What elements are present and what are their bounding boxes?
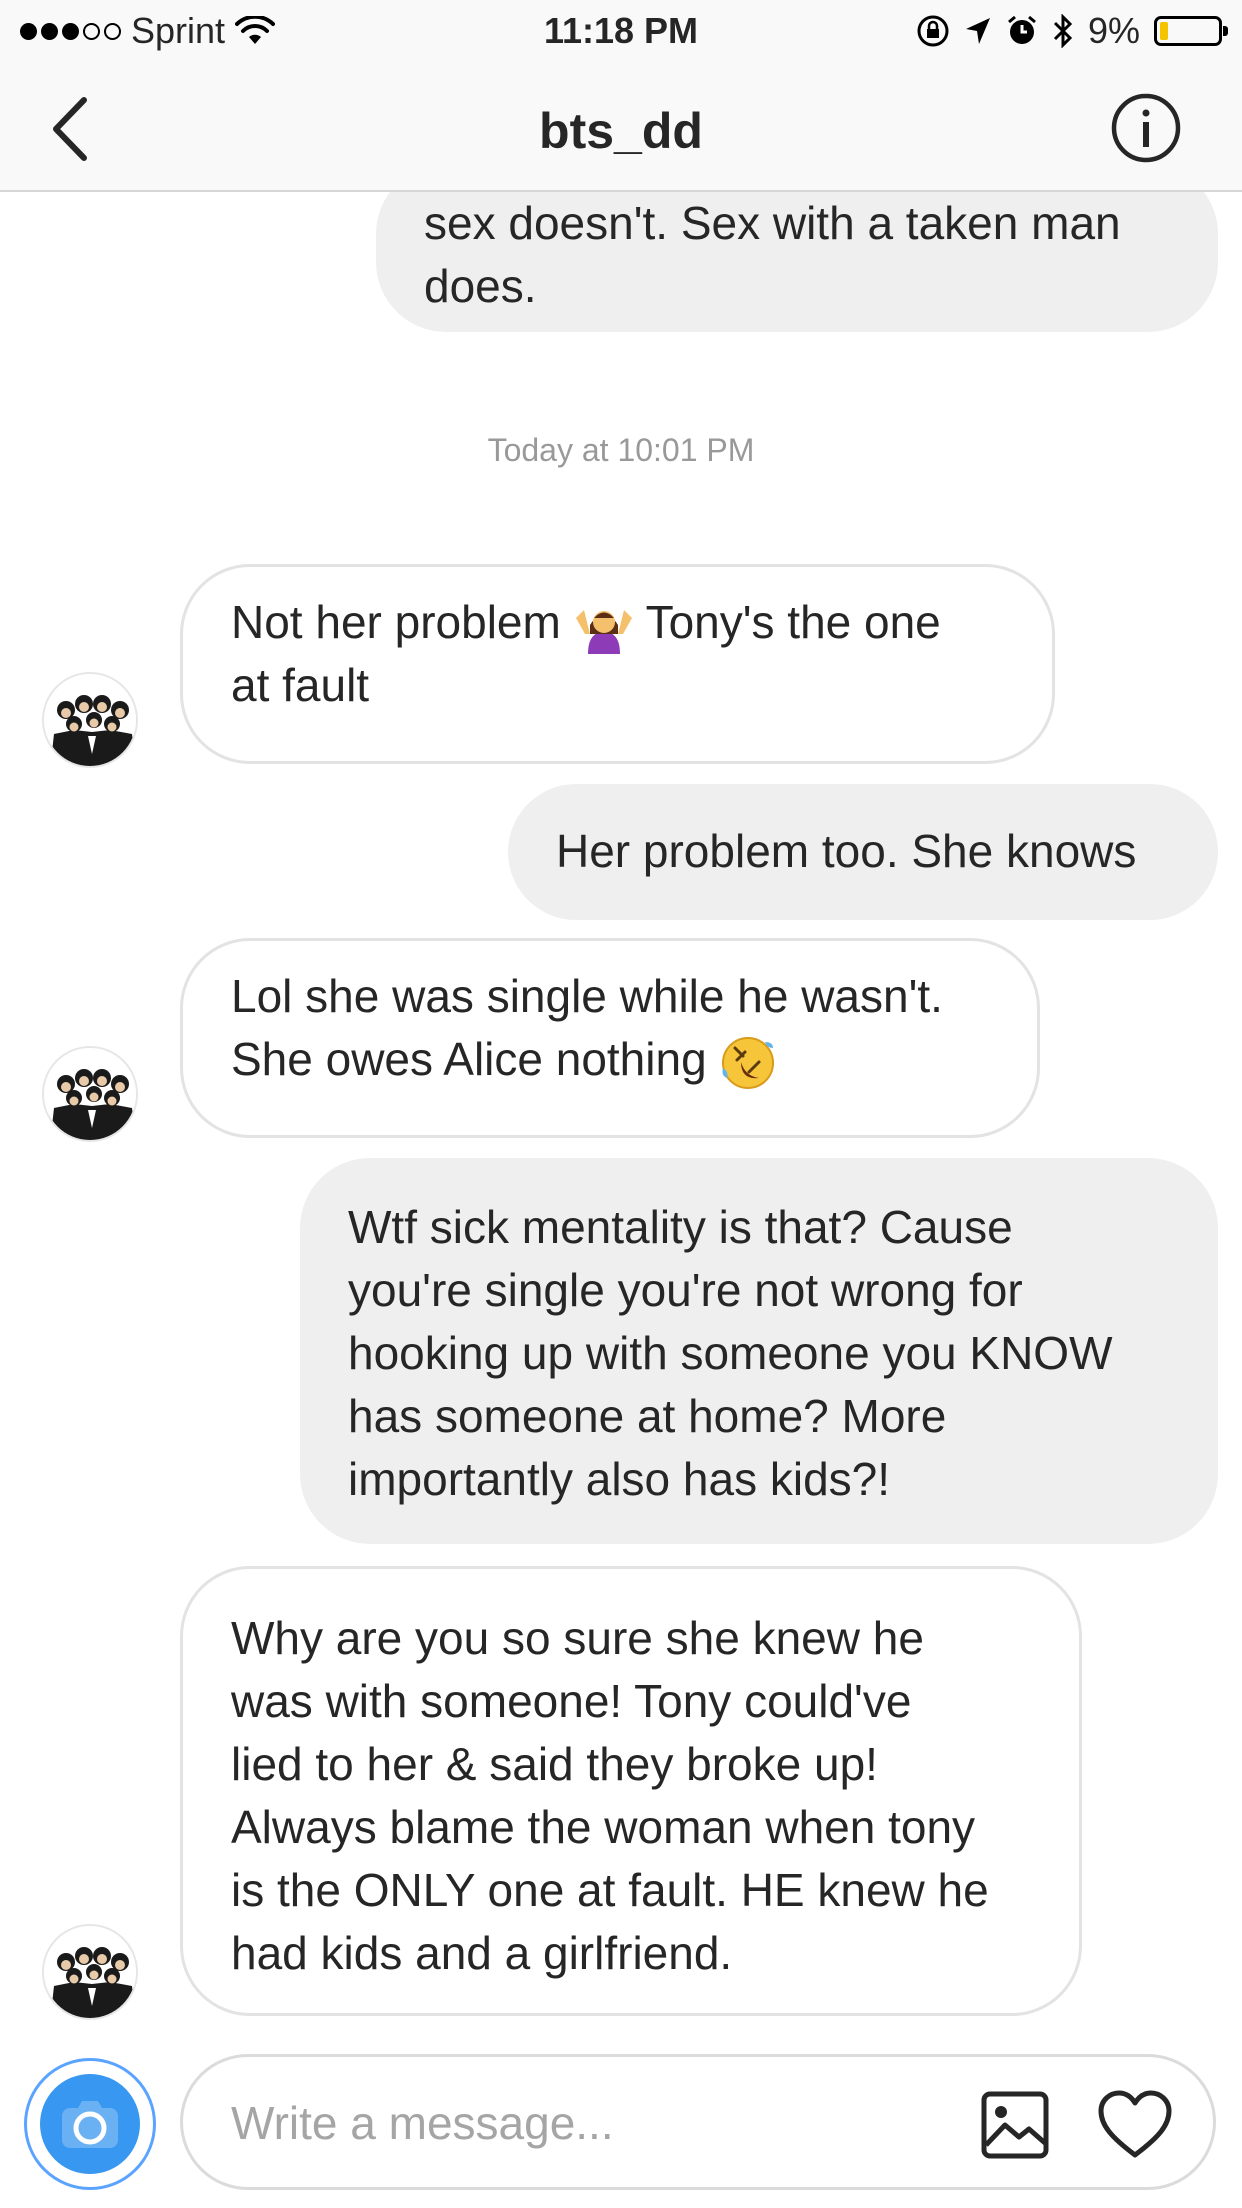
battery-percent: 9% [1087, 10, 1140, 51]
message-text: had kids and a girlfriend. [231, 1927, 733, 1979]
message-text: Why are you so sure she knew he [231, 1612, 924, 1664]
message-bubble-outgoing[interactable]: Her problem too. She knows [508, 784, 1218, 920]
message-text: sex doesn't. Sex with a taken man [424, 197, 1121, 249]
message-text: Lol she was single while he wasn't. [231, 970, 943, 1022]
status-bar: Sprint 11:18 PM 9% [0, 0, 1242, 64]
message-text: Not her problem [231, 596, 561, 648]
message-text: Wtf sick mentality is that? Cause [348, 1201, 1013, 1253]
conversation-title[interactable]: bts_dd [0, 102, 1242, 160]
conversation-header: bts_dd [0, 64, 1242, 192]
alarm-icon [1008, 15, 1036, 44]
message-input-container[interactable] [180, 2054, 1216, 2190]
sender-avatar[interactable] [42, 672, 138, 768]
message-text: Always blame the woman when tony [231, 1801, 976, 1853]
status-icons: 9% [916, 10, 1228, 52]
message-text: has someone at home? More [348, 1390, 947, 1442]
message-text: Tony's the one [645, 596, 941, 648]
message-bubble-incoming[interactable]: Lol she was single while he wasn't. She … [180, 938, 1040, 1138]
gallery-icon[interactable] [979, 2089, 1051, 2161]
heart-icon[interactable] [1097, 2089, 1173, 2161]
battery-icon [1154, 16, 1228, 46]
message-bubble-outgoing[interactable]: sex doesn't. Sex with a taken man does. [376, 192, 1218, 332]
message-text: you're single you're not wrong for [348, 1264, 1023, 1316]
bluetooth-icon [1053, 14, 1073, 48]
message-text: importantly also has kids?! [348, 1453, 891, 1505]
camera-button[interactable] [24, 2058, 156, 2190]
location-icon [965, 18, 990, 44]
message-input[interactable] [231, 2091, 931, 2155]
orientation-lock-icon [917, 15, 949, 47]
message-text: was with someone! Tony could've [231, 1675, 912, 1727]
message-text: hooking up with someone you KNOW [348, 1327, 1113, 1379]
message-text: is the ONLY one at fault. HE knew he [231, 1864, 989, 1916]
message-bubble-incoming[interactable]: Not her problem Tony's the one at fault [180, 564, 1055, 764]
woman-shrugging-emoji-icon [575, 609, 632, 654]
info-icon[interactable] [1110, 92, 1182, 164]
rolling-on-floor-laughing-emoji-icon [722, 1036, 775, 1089]
message-timestamp: Today at 10:01 PM [487, 432, 755, 468]
message-composer [0, 2040, 1242, 2208]
message-bubble-incoming[interactable]: Why are you so sure she knew he was with… [180, 1566, 1082, 2016]
camera-icon [62, 2101, 118, 2148]
sender-avatar[interactable] [42, 1046, 138, 1142]
message-text: at fault [231, 659, 370, 711]
message-text: lied to her & said they broke up! [231, 1738, 878, 1790]
message-thread[interactable]: sex doesn't. Sex with a taken man does. … [0, 192, 1242, 2040]
message-text: Her problem too. She knows [556, 825, 1137, 877]
sender-avatar[interactable] [42, 1924, 138, 2020]
message-bubble-outgoing[interactable]: Wtf sick mentality is that? Cause you're… [300, 1158, 1218, 1544]
message-text: She owes Alice nothing [231, 1033, 707, 1085]
message-text: does. [424, 260, 537, 312]
